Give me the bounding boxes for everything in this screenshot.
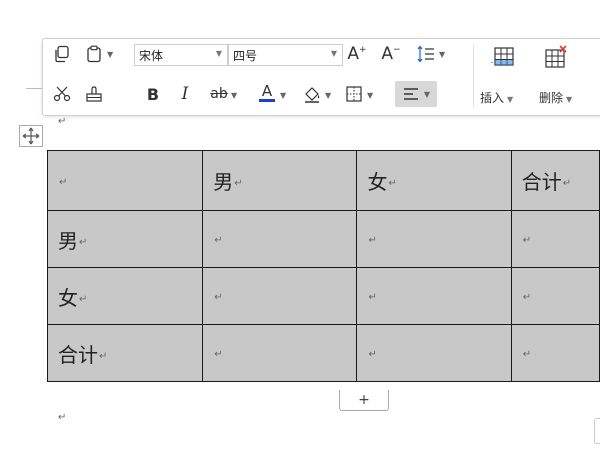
table-cell[interactable]: ↵	[510, 267, 600, 325]
add-row-button[interactable]: +	[339, 390, 389, 411]
table-cell[interactable]: ↵	[356, 324, 512, 382]
table-row: 男↵ ↵ ↵ ↵	[46, 210, 600, 268]
strikethrough-button[interactable]: ab	[207, 83, 231, 105]
table-cell[interactable]: 男↵	[202, 150, 358, 211]
chevron-down-icon[interactable]: ▼	[439, 50, 445, 59]
chevron-down-icon: ▼	[423, 89, 431, 99]
cut-button[interactable]	[51, 83, 73, 105]
table-cell[interactable]: ↵	[510, 210, 600, 268]
scrollbar-edge[interactable]	[594, 418, 600, 444]
align-left-icon	[403, 88, 418, 100]
table-cell[interactable]: ↵	[202, 267, 358, 325]
delete-button[interactable]	[535, 43, 575, 71]
line-spacing-button[interactable]	[415, 43, 437, 65]
chevron-down-icon: ▼	[330, 49, 337, 58]
paste-button[interactable]	[83, 43, 105, 65]
table-row: 女↵ ↵ ↵ ↵	[46, 267, 600, 325]
table-cell[interactable]: ↵	[202, 324, 358, 382]
grow-font-button[interactable]: A +	[345, 43, 369, 65]
italic-icon: I	[181, 84, 189, 104]
chevron-down-icon[interactable]: ▼	[280, 91, 286, 100]
data-table: ↵ 男↵ 女↵ 合计↵ 男↵ ↵ ↵ ↵ 女↵ ↵ ↵ ↵ 合计↵ ↵ ↵ ↵	[46, 150, 600, 382]
chevron-down-icon[interactable]: ▼	[107, 50, 113, 59]
table-cell[interactable]: ↵	[356, 210, 512, 268]
format-painter-icon	[86, 86, 102, 102]
chevron-down-icon[interactable]: ▼	[231, 91, 237, 100]
chevron-down-icon[interactable]: ▼	[325, 91, 331, 100]
format-painter-button[interactable]	[83, 83, 105, 105]
table-cell[interactable]: 女↵	[46, 267, 204, 325]
font-name-value: 宋体	[139, 48, 164, 63]
table-cell[interactable]: ↵	[510, 324, 600, 382]
grow-font-icon: A	[347, 44, 360, 64]
paste-icon	[87, 45, 101, 63]
insert-table-icon	[491, 47, 514, 66]
table-move-handle[interactable]	[19, 125, 43, 147]
borders-icon	[346, 86, 362, 102]
table-cell[interactable]: ↵	[202, 210, 358, 268]
table-cell[interactable]: ↵	[356, 267, 512, 325]
borders-button[interactable]	[343, 83, 365, 105]
font-color-button[interactable]: A	[257, 82, 277, 104]
copy-icon	[55, 45, 69, 63]
align-button[interactable]: ▼	[395, 81, 437, 107]
table-row: 合计↵ ↵ ↵ ↵	[46, 324, 600, 382]
font-size-value: 四号	[233, 48, 258, 63]
table-cell[interactable]: 合计↵	[46, 324, 204, 382]
italic-button[interactable]: I	[175, 83, 195, 105]
font-color-swatch	[259, 99, 275, 102]
strikethrough-icon: ab	[210, 86, 228, 102]
copy-button[interactable]	[51, 43, 73, 65]
chevron-down-icon[interactable]: ▼	[367, 91, 373, 100]
insert-button[interactable]	[483, 43, 523, 71]
font-size-select[interactable]: 四号 ▼	[228, 44, 343, 66]
margin-marker	[26, 88, 42, 89]
font-color-icon: A	[261, 82, 273, 100]
toolbar-divider	[473, 45, 474, 107]
bold-button[interactable]: B	[143, 83, 163, 105]
insert-label[interactable]: 插入 ▼	[480, 89, 513, 106]
paragraph-mark: ↵	[58, 116, 67, 127]
paragraph-mark: ↵	[58, 412, 67, 423]
table-cell[interactable]: 男↵	[46, 210, 204, 268]
table-cell[interactable]: ↵	[46, 150, 204, 211]
plus-icon: +	[358, 392, 370, 408]
delete-label[interactable]: 删除 ▼	[539, 89, 572, 106]
shrink-font-button[interactable]: A −	[379, 43, 403, 65]
line-spacing-icon	[417, 45, 434, 63]
table-cell[interactable]: 合计↵	[510, 150, 600, 211]
chevron-down-icon: ▼	[215, 49, 222, 58]
table-cell[interactable]: 女↵	[356, 150, 512, 211]
bold-icon: B	[146, 84, 160, 104]
fill-color-button[interactable]	[301, 83, 323, 105]
paint-bucket-icon	[305, 87, 320, 103]
scissors-icon	[53, 86, 71, 102]
table-floating-toolbar: ▼ 宋体 ▼ 四号 ▼ A + A − ▼ 插入 ▼ 删除 ▼ B I ab ▼…	[42, 38, 600, 116]
font-name-select[interactable]: 宋体 ▼	[134, 44, 228, 66]
table-row: ↵ 男↵ 女↵ 合计↵	[46, 150, 600, 211]
delete-table-icon	[545, 45, 567, 68]
shrink-font-icon: A	[381, 44, 394, 64]
